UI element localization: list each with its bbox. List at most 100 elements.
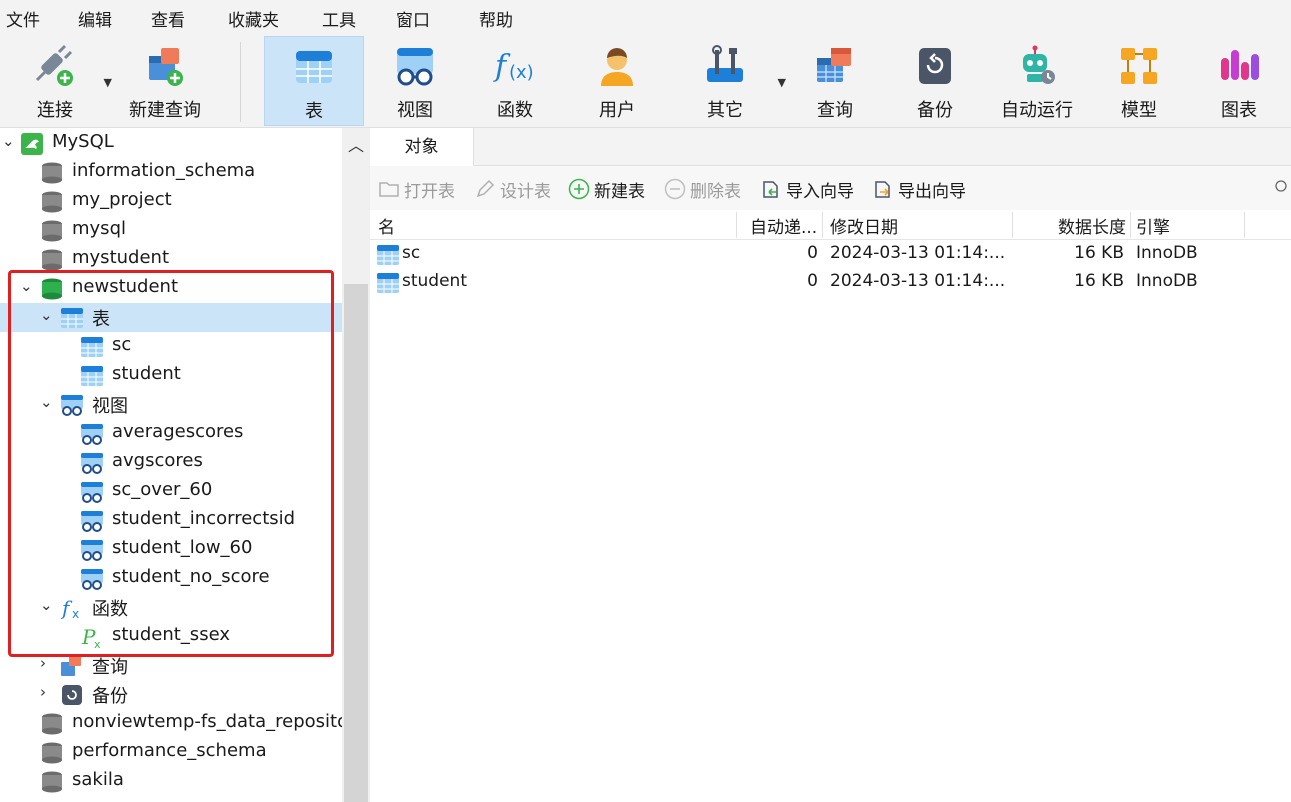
database-open-icon xyxy=(42,278,62,300)
menu-view[interactable]: 查看 xyxy=(151,6,185,31)
export-icon xyxy=(875,181,890,198)
menu-help[interactable]: 帮助 xyxy=(479,6,513,31)
new-query-button[interactable]: 新建查询 xyxy=(120,36,210,126)
tree-database[interactable]: nonviewtemp-fs_data_repositor xyxy=(0,709,356,738)
user-button[interactable]: 用户 xyxy=(572,36,662,126)
cell-name: sc xyxy=(402,243,421,263)
tree-view-item[interactable]: student_low_60 xyxy=(0,535,342,564)
delete-table-button[interactable]: 删除表 xyxy=(664,176,741,202)
chevron-right-icon[interactable]: › xyxy=(40,683,54,701)
tree-database[interactable]: information_schema xyxy=(0,158,342,187)
tree-group-views[interactable]: ⌄ 视图 xyxy=(0,390,342,419)
scroll-up-icon[interactable]: ︿ xyxy=(348,132,364,156)
table-button[interactable]: 表 xyxy=(264,36,364,126)
menu-tools[interactable]: 工具 xyxy=(322,6,356,31)
tree-view-item[interactable]: averagescores xyxy=(0,419,342,448)
backup-button[interactable]: 备份 xyxy=(890,36,980,126)
column-header-engine[interactable]: 引擎 xyxy=(1136,213,1236,238)
tree-table-item[interactable]: sc xyxy=(0,332,342,361)
function-button[interactable]: f (x) 函数 xyxy=(470,36,560,126)
auto-run-button[interactable]: 自动运行 xyxy=(992,36,1082,126)
table-row[interactable]: student 0 2024-03-13 01:14:... 16 KB Inn… xyxy=(370,268,1291,296)
tree-table-item[interactable]: student xyxy=(0,361,342,390)
new-query-icon xyxy=(149,48,183,86)
connect-button[interactable]: 连接 ▼ xyxy=(14,36,112,126)
database-icon xyxy=(42,771,62,793)
tree-view-item[interactable]: student_incorrectsid xyxy=(0,506,342,535)
svg-text:(x): (x) xyxy=(509,62,534,83)
connect-dropdown-icon[interactable]: ▼ xyxy=(104,76,112,89)
new-table-button[interactable]: 新建表 xyxy=(568,176,645,202)
query-button[interactable]: 查询 xyxy=(790,36,880,126)
view-button[interactable]: 视图 xyxy=(370,36,460,126)
export-wizard-button[interactable]: 导出向导 xyxy=(872,176,966,202)
column-header-auto-increment[interactable]: 自动递... xyxy=(750,213,820,238)
view-icon xyxy=(81,511,103,532)
import-wizard-button[interactable]: 导入向导 xyxy=(760,176,854,202)
table-icon xyxy=(377,273,399,293)
database-icon xyxy=(42,249,62,271)
svg-text:x: x xyxy=(72,607,79,620)
tree-group-tables[interactable]: ⌄ 表 xyxy=(0,303,342,332)
view-icon xyxy=(81,453,103,474)
tree-database[interactable]: sakila xyxy=(0,767,342,796)
menu-file[interactable]: 文件 xyxy=(6,6,40,31)
tree-view-item[interactable]: student_no_score xyxy=(0,564,342,593)
menu-window[interactable]: 窗口 xyxy=(396,6,430,31)
tree-database[interactable]: mysql xyxy=(0,216,342,245)
tree-group-functions[interactable]: ⌄ f x 函数 xyxy=(0,593,342,622)
model-button[interactable]: 模型 xyxy=(1094,36,1184,126)
object-toolbar: 打开表 设计表 新建表 删除表 导入向导 导出向导 xyxy=(370,166,1291,210)
object-panel: 对象 打开表 设计表 新建表 删除表 导入向导 导出向导 名 自动递... 修改… xyxy=(370,128,1291,802)
menu-bar: 文件 编辑 查看 收藏夹 工具 窗口 帮助 xyxy=(0,0,1291,36)
navicat-window: 文件 编辑 查看 收藏夹 工具 窗口 帮助 连接 ▼ 新建查询 表 视图 f (… xyxy=(0,0,1291,802)
tree-view-item[interactable]: avgscores xyxy=(0,448,342,477)
search-icon[interactable] xyxy=(1273,180,1287,194)
chevron-down-icon[interactable]: ⌄ xyxy=(2,132,16,150)
column-header-modified[interactable]: 修改日期 xyxy=(830,213,1010,238)
tree-group-backups[interactable]: › 备份 xyxy=(0,680,342,709)
scrollbar-thumb[interactable] xyxy=(344,284,368,802)
import-icon xyxy=(763,181,778,198)
menu-edit[interactable]: 编辑 xyxy=(78,6,112,31)
backup-group-icon xyxy=(62,685,82,705)
design-table-button[interactable]: 设计表 xyxy=(474,176,551,202)
folder-open-icon xyxy=(379,182,399,197)
menu-favorites[interactable]: 收藏夹 xyxy=(228,6,279,31)
objects-table: 名 自动递... 修改日期 数据长度 引擎 sc 0 2024-03-13 01… xyxy=(370,210,1291,802)
tree-database[interactable]: performance_schema xyxy=(0,738,342,767)
table-row[interactable]: sc 0 2024-03-13 01:14:... 16 KB InnoDB xyxy=(370,240,1291,268)
column-header-data-length[interactable]: 数据长度 xyxy=(1020,213,1126,238)
tree-database[interactable]: my_project xyxy=(0,187,342,216)
tree-database-newstudent[interactable]: ⌄ newstudent xyxy=(0,274,342,303)
chart-button[interactable]: 图表 xyxy=(1194,36,1284,126)
chevron-down-icon[interactable]: ⌄ xyxy=(20,277,34,295)
tree-group-queries[interactable]: › 查询 xyxy=(0,651,342,680)
model-icon xyxy=(1121,48,1157,84)
database-icon xyxy=(42,162,62,184)
mysql-connection-icon xyxy=(21,133,43,155)
chevron-right-icon[interactable]: › xyxy=(40,654,54,672)
chevron-down-icon[interactable]: ⌄ xyxy=(40,306,54,324)
tree-view-item[interactable]: sc_over_60 xyxy=(0,477,342,506)
column-header-name[interactable]: 名 xyxy=(378,213,728,238)
database-icon xyxy=(42,742,62,764)
tree-connection-mysql[interactable]: ⌄ MySQL xyxy=(0,129,342,158)
tab-bar: 对象 xyxy=(370,128,1291,166)
open-table-button[interactable]: 打开表 xyxy=(378,176,455,202)
chevron-down-icon[interactable]: ⌄ xyxy=(40,393,54,411)
cell-auto-increment: 0 xyxy=(807,243,818,263)
table-icon xyxy=(81,337,103,357)
other-dropdown-icon[interactable]: ▼ xyxy=(778,76,786,89)
tree-scrollbar[interactable]: ︿ xyxy=(342,128,370,802)
other-button[interactable]: 其它 ▼ xyxy=(680,36,786,126)
minus-circle-icon xyxy=(664,178,686,200)
cell-modified: 2024-03-13 01:14:... xyxy=(830,271,1006,291)
table-icon xyxy=(296,51,332,83)
procedure-icon: P x xyxy=(81,625,101,649)
cell-engine: InnoDB xyxy=(1136,271,1198,291)
tab-objects[interactable]: 对象 xyxy=(370,128,474,166)
tree-function-item[interactable]: P x student_ssex xyxy=(0,622,342,651)
chevron-down-icon[interactable]: ⌄ xyxy=(40,596,54,614)
tree-database[interactable]: mystudent xyxy=(0,245,342,274)
